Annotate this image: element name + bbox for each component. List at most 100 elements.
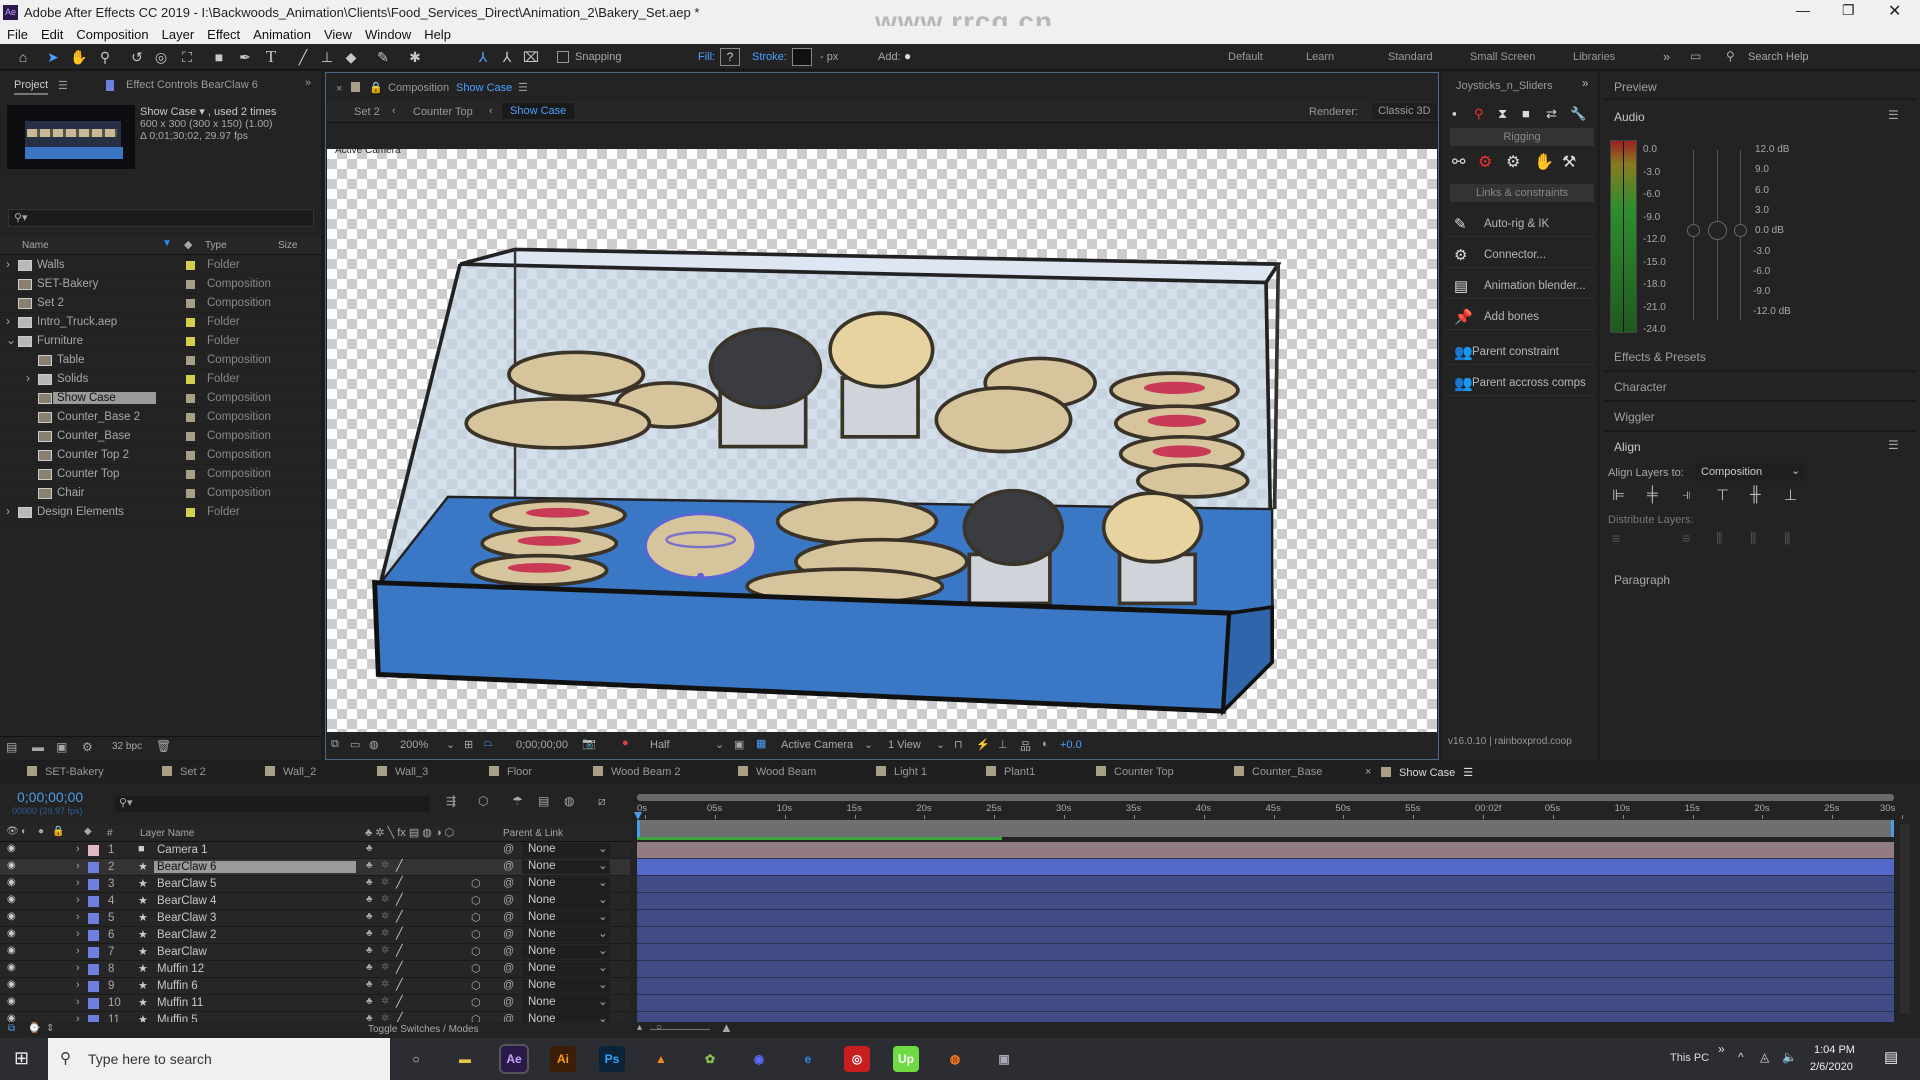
quality-switch-icon[interactable]: ╱ — [396, 978, 403, 991]
automation-icon[interactable]: ⚙ — [1506, 152, 1520, 172]
windows-start-icon[interactable]: ⊞ — [14, 1048, 29, 1069]
label-color[interactable] — [186, 261, 195, 270]
minimize-icon[interactable]: — — [1796, 2, 1810, 18]
label-color[interactable] — [186, 451, 195, 460]
search-help-icon[interactable]: ⚲ — [1726, 49, 1735, 63]
rigging-section[interactable]: Rigging — [1450, 128, 1594, 146]
orbit-camera-icon[interactable]: ◎ — [152, 48, 170, 66]
project-item[interactable]: Show Case Composition — [0, 389, 318, 408]
distribute-right-icon[interactable]: ⫼ — [1784, 530, 1790, 547]
pick-whip-icon[interactable]: @ — [503, 860, 514, 872]
more-workspaces-icon[interactable]: » — [1663, 49, 1670, 64]
chevron-right-icon[interactable]: › — [6, 257, 10, 271]
camera-dropdown[interactable]: Active Camera — [781, 739, 853, 751]
layer-row[interactable]: ◉ › 3 ★ BearClaw 5 ♣ ✲ ╱ ⬡ @ None ⌄ — [0, 876, 630, 893]
tray-this-pc[interactable]: This PC — [1670, 1052, 1709, 1064]
duik-animation-blender[interactable]: ▤ Animation blender... — [1446, 275, 1594, 299]
swap-icon[interactable]: ⇄ — [1546, 106, 1557, 122]
layer-label-color[interactable] — [88, 930, 99, 941]
layer-row[interactable]: ◉ › 2 ★ BearClaw 6 ♣ ✲ ╱ @ None ⌄ — [0, 859, 630, 876]
shy-switch-icon[interactable]: ♣ — [366, 877, 373, 888]
shy-switch-icon[interactable]: ♣ — [366, 962, 373, 973]
layer-name[interactable]: BearClaw 2 — [157, 929, 216, 941]
timeline-zoom-handle[interactable]: ○ — [656, 1022, 662, 1033]
shy-switch-icon[interactable]: ♣ — [366, 860, 373, 871]
puppet-pin-icon[interactable]: ✱ — [406, 48, 424, 66]
search-help-input[interactable]: Search Help — [1748, 51, 1809, 63]
parent-dropdown[interactable]: None ⌄ — [522, 928, 610, 942]
zoom-tool-icon[interactable]: ⚲ — [96, 48, 114, 66]
panel-menu-icon[interactable]: ☰ — [58, 79, 68, 92]
pick-whip-icon[interactable]: @ — [503, 945, 514, 957]
shy-switch-icon[interactable]: ♣ — [366, 979, 373, 990]
collapse-switch-icon[interactable]: ✲ — [381, 979, 389, 990]
eye-icon[interactable]: ◉ — [7, 928, 16, 939]
clone-stamp-icon[interactable]: ⊥ — [318, 48, 336, 66]
graph-editor-icon[interactable]: ⧄ — [598, 794, 606, 809]
tab-effect-controls[interactable]: Effect Controls BearClaw 6 — [126, 79, 258, 91]
layer-row[interactable]: ◉ › 10 ★ Muffin 11 ♣ ✲ ╱ ⬡ @ None ⌄ — [0, 995, 630, 1012]
eye-icon[interactable]: ◉ — [7, 877, 16, 888]
chevron-right-icon[interactable]: › — [76, 928, 80, 940]
pen-tool-icon[interactable]: ✒ — [236, 48, 254, 66]
layer-duration-bar[interactable] — [637, 842, 1894, 859]
chevron-right-icon[interactable]: › — [76, 843, 80, 855]
audio-title[interactable]: Audio — [1614, 110, 1645, 124]
selection-tool-icon[interactable]: ➤ — [44, 48, 62, 66]
upwork-icon[interactable]: Up — [893, 1046, 919, 1072]
workspace-learn[interactable]: Learn — [1306, 51, 1334, 63]
parent-dropdown[interactable]: None ⌄ — [522, 843, 610, 857]
local-axis-icon[interactable]: ⅄ — [474, 48, 492, 66]
layer-duration-bar[interactable] — [637, 859, 1894, 876]
layer-duration-bar[interactable] — [637, 944, 1894, 961]
chevron-down-icon[interactable]: ⌄ — [864, 738, 873, 751]
breadcrumb-show-case[interactable]: Show Case — [502, 103, 575, 119]
3d-layer-icon[interactable]: ⬡ — [471, 877, 481, 890]
new-composition-icon[interactable]: ▣ — [56, 740, 67, 754]
label-color[interactable] — [186, 356, 195, 365]
tab-composition-show-case[interactable]: Show Case — [456, 82, 512, 94]
tab-counter-base[interactable]: Counter_Base — [1234, 766, 1322, 778]
collapse-switch-icon[interactable]: ✲ — [381, 877, 389, 888]
current-time[interactable]: 0;00;00;00 — [516, 739, 568, 751]
tab-plant1[interactable]: Plant1 — [986, 766, 1035, 778]
project-item[interactable]: › Intro_Truck.aep Folder — [0, 313, 318, 332]
align-top-icon[interactable]: ⊤ — [1716, 486, 1729, 504]
layer-name[interactable]: BearClaw 6 — [154, 861, 356, 873]
work-area-bar[interactable] — [637, 820, 1894, 837]
snapshot-icon[interactable]: 📷 — [582, 737, 596, 750]
region-of-interest-icon[interactable]: ▣ — [734, 738, 744, 751]
layer-label-color[interactable] — [88, 845, 99, 856]
world-axis-icon[interactable]: ⅄ — [498, 48, 516, 66]
parent-dropdown[interactable]: None ⌄ — [522, 962, 610, 976]
workspace-standard[interactable]: Standard — [1388, 51, 1433, 63]
connector-icon[interactable]: ⚙ — [1478, 152, 1492, 172]
paragraph-title[interactable]: Paragraph — [1614, 573, 1670, 587]
layer-row[interactable]: ◉ › 7 ★ BearClaw ♣ ✲ ╱ ⬡ @ None ⌄ — [0, 944, 630, 961]
view-axis-icon[interactable]: ⌧ — [522, 48, 540, 66]
column-layer-name[interactable]: Layer Name — [140, 828, 194, 839]
layer-duration-bar[interactable] — [637, 927, 1894, 944]
chevron-right-icon[interactable]: › — [26, 371, 30, 385]
taskbar-search-input[interactable]: ⚲ Type here to search — [48, 1038, 390, 1080]
label-column-icon[interactable]: ◆ — [184, 238, 192, 251]
column-size[interactable]: Size — [278, 240, 297, 251]
layer-label-color[interactable] — [88, 947, 99, 958]
firefox-dev-icon[interactable]: ◉ — [746, 1046, 772, 1072]
layer-name[interactable]: Muffin 12 — [157, 963, 204, 975]
toggle-pixel-icon[interactable]: ⊓ — [954, 738, 963, 751]
eye-icon[interactable]: ◉ — [7, 962, 16, 973]
chevron-right-icon[interactable]: › — [76, 996, 80, 1008]
3d-layer-icon[interactable]: ⬡ — [471, 996, 481, 1009]
links-section[interactable]: Links & constraints — [1450, 184, 1594, 202]
roto-brush-icon[interactable]: ✎ — [374, 48, 392, 66]
layer-label-color[interactable] — [88, 964, 99, 975]
duik-add-bones[interactable]: 📌 Add bones — [1446, 306, 1594, 330]
tab-light-1[interactable]: Light 1 — [876, 766, 927, 778]
layer-label-color[interactable] — [88, 879, 99, 890]
project-item[interactable]: Counter Top Composition — [0, 465, 318, 484]
eraser-tool-icon[interactable]: ◆ — [342, 48, 360, 66]
render-time-icon[interactable]: ⌚ — [28, 1023, 40, 1034]
3d-layer-icon[interactable]: ⬡ — [471, 911, 481, 924]
workspace-small-screen[interactable]: Small Screen — [1470, 51, 1535, 63]
